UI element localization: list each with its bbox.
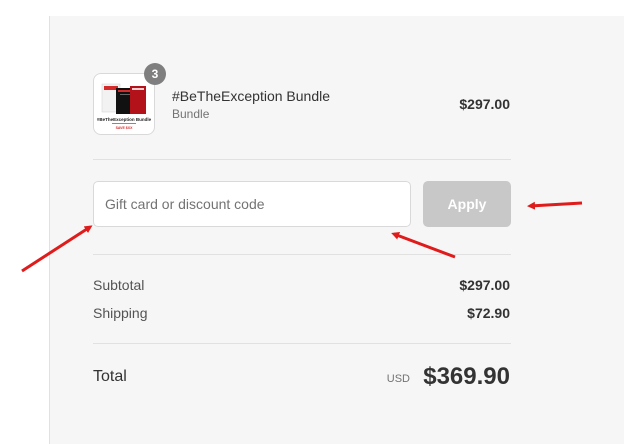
- thumbnail-sale-text: SAVE $XX: [116, 126, 134, 130]
- apply-discount-button[interactable]: Apply: [423, 181, 511, 227]
- book-bundle-image: #BeTheException Bundle SAVE $XX: [97, 83, 152, 130]
- product-name: #BeTheException Bundle: [172, 88, 330, 104]
- discount-code-input[interactable]: [93, 181, 411, 227]
- divider: [93, 159, 511, 160]
- subtotal-value: $297.00: [459, 277, 510, 293]
- product-price: $297.00: [459, 96, 510, 112]
- divider: [93, 254, 511, 255]
- product-thumbnail: #BeTheException Bundle SAVE $XX: [93, 73, 155, 135]
- product-variant: Bundle: [172, 107, 210, 121]
- thumbnail-caption: #BeTheException Bundle: [97, 117, 152, 122]
- shipping-label: Shipping: [93, 305, 148, 321]
- shipping-value: $72.90: [467, 305, 510, 321]
- subtotal-label: Subtotal: [93, 277, 145, 293]
- quantity-badge: 3: [144, 63, 166, 85]
- total-label: Total: [93, 368, 127, 385]
- currency-code: USD: [386, 373, 410, 385]
- total-value: $369.90: [423, 363, 510, 390]
- divider: [93, 343, 511, 344]
